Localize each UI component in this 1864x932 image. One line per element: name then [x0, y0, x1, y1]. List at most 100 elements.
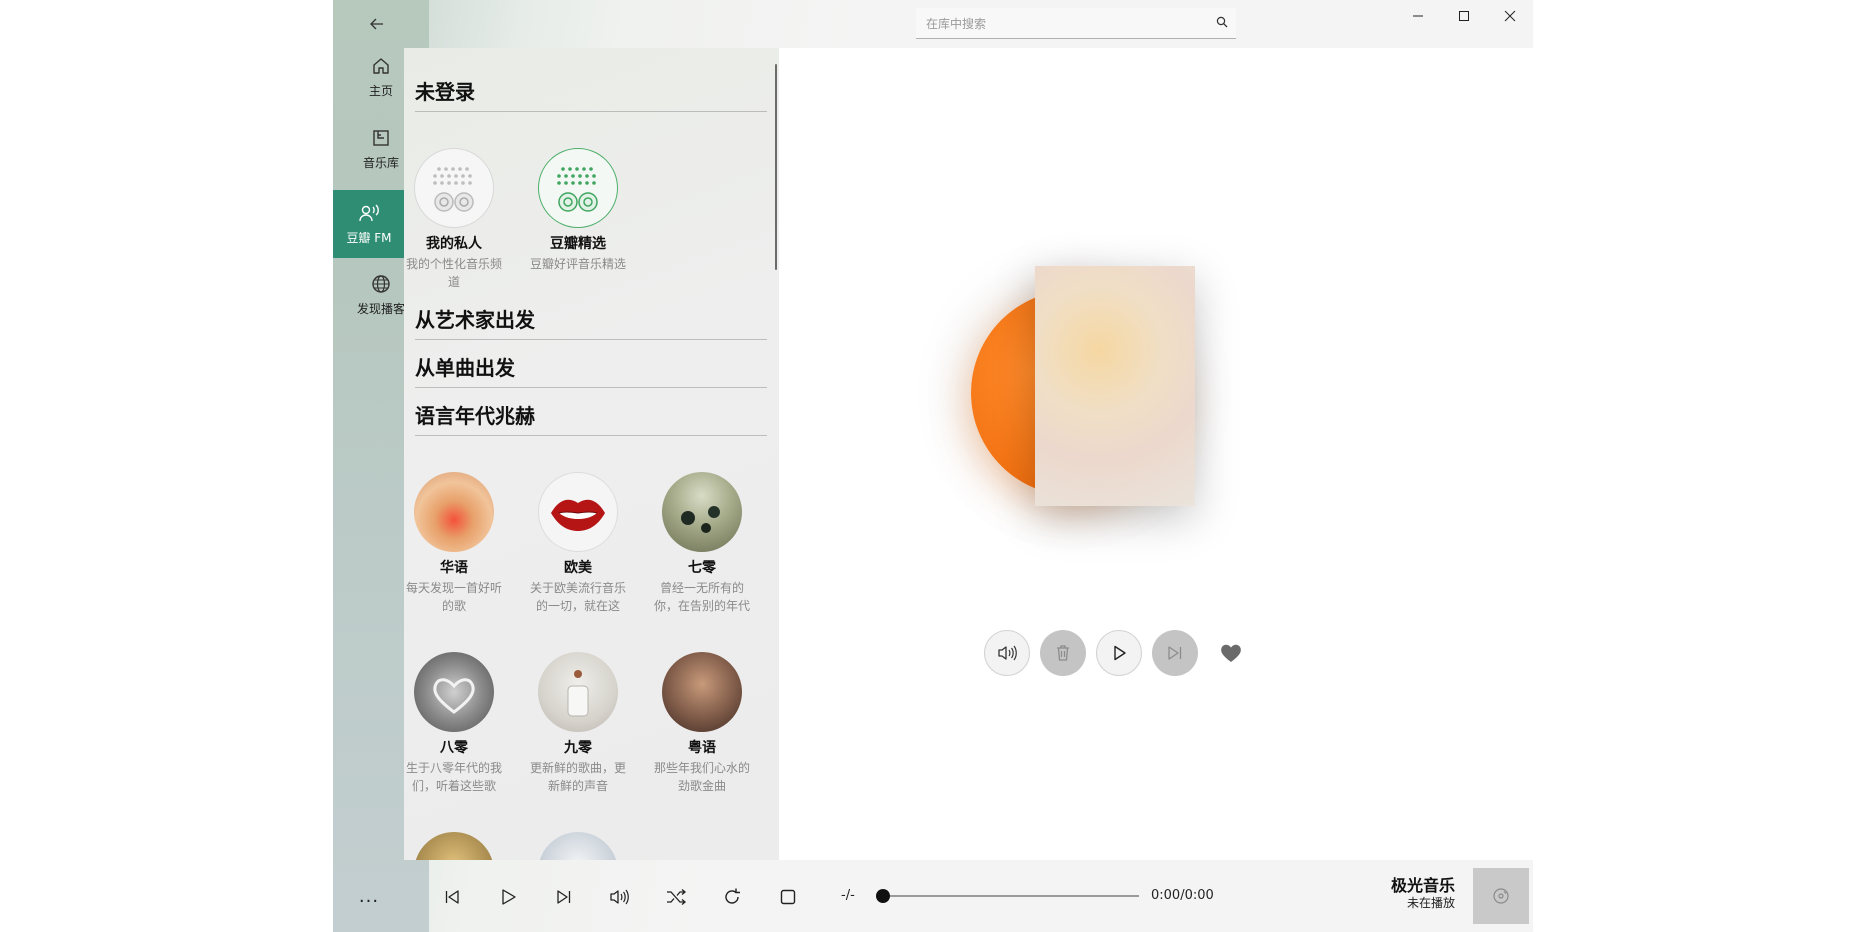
playback-bar: -/- 0:00/0:00 极光音乐 未在播放: [429, 860, 1533, 932]
skip-previous-icon: [445, 890, 459, 904]
fm-channel-panel[interactable]: 未登录 我的私人 我的个性化音乐频道 豆瓣精选 豆瓣好评音乐精选 从艺术家出发 …: [404, 48, 779, 860]
channel-name: 欧美: [564, 560, 592, 576]
bar-play-button[interactable]: [491, 880, 525, 914]
marbles-image: [681, 506, 720, 533]
channel-name: 粤语: [688, 740, 716, 756]
stop-button[interactable]: [771, 880, 805, 914]
remaining-time: -/-: [841, 888, 855, 903]
cassette-green-icon: [557, 167, 598, 212]
channel-cover-image: [414, 832, 494, 860]
album-cover: [1035, 266, 1195, 506]
channel-tile-western[interactable]: 欧美 关于欧美流行音乐的一切，就在这: [523, 472, 633, 615]
repeat-button[interactable]: [715, 880, 749, 914]
channel-tile-partial[interactable]: [404, 832, 509, 860]
personal-channel-icon: [414, 148, 494, 228]
heart-icon: [1221, 644, 1241, 662]
disc-icon: [1493, 888, 1509, 904]
scrollbar-thumb[interactable]: [775, 64, 777, 270]
skip-next-icon: [557, 890, 571, 904]
section-title-login: 未登录: [415, 76, 767, 112]
close-icon: [1504, 10, 1516, 22]
play-button[interactable]: [1096, 630, 1142, 676]
channel-tile-90s[interactable]: 九零 更新鲜的歌曲，更新鲜的声音: [523, 652, 633, 795]
trash-button[interactable]: [1040, 630, 1086, 676]
channel-name: 九零: [564, 740, 592, 756]
channel-desc: 那些年我们心水的劲歌金曲: [653, 761, 750, 793]
back-button[interactable]: [353, 8, 401, 40]
previous-button[interactable]: [435, 880, 469, 914]
back-arrow-icon: [370, 18, 383, 30]
section-title-language: 语言年代兆赫: [415, 400, 767, 436]
app-window: 主页 音乐库 豆瓣 FM 发现播客 ... 在库中搜索 未登录 我的私人 我的个…: [333, 0, 1533, 932]
maximize-button[interactable]: [1441, 0, 1487, 32]
nav-label: 音乐库: [362, 155, 399, 170]
douban-selection-icon: [538, 148, 618, 228]
skip-button[interactable]: [1152, 630, 1198, 676]
channel-desc: 更新鲜的歌曲，更新鲜的声音: [529, 761, 626, 793]
channel-cover-image: [538, 652, 618, 732]
nav-label: 发现播客: [356, 301, 405, 316]
minimize-button[interactable]: [1395, 0, 1441, 32]
library-icon: [373, 129, 389, 146]
repeat-icon: [725, 888, 740, 904]
cassette-icon: [433, 167, 474, 212]
channel-cover-image: [414, 652, 494, 732]
search-icon[interactable]: [1216, 16, 1228, 28]
channel-tile-douban-selection[interactable]: 豆瓣精选 豆瓣好评音乐精选: [523, 148, 633, 291]
trash-icon: [1057, 645, 1069, 661]
channel-cover-image: [662, 472, 742, 552]
section-title-artist[interactable]: 从艺术家出发: [415, 304, 767, 340]
channel-desc: 曾经一无所有的你，在告别的年代: [653, 581, 750, 613]
heart-hands-image: [433, 678, 475, 714]
maximize-icon: [1459, 11, 1469, 21]
stop-icon: [780, 889, 796, 905]
channel-name: 七零: [688, 560, 716, 576]
channel-cover-image: [538, 832, 618, 860]
channel-desc: 我的个性化音乐频道: [405, 257, 502, 289]
channel-cover-image: [538, 472, 618, 552]
nav-label: 豆瓣 FM: [346, 230, 392, 245]
shuffle-button[interactable]: [659, 880, 693, 914]
volume-button[interactable]: [984, 630, 1030, 676]
now-playing-status: 未在播放: [1406, 896, 1455, 910]
channel-cover-image: [662, 652, 742, 732]
lips-image: [551, 499, 605, 531]
channel-name: 豆瓣精选: [550, 236, 606, 252]
radio-icon: [359, 204, 379, 221]
globe-icon: [372, 274, 390, 293]
channel-tile-personal[interactable]: 我的私人 我的个性化音乐频道: [404, 148, 509, 291]
channel-desc: 每天发现一首好听的歌: [405, 581, 502, 613]
channel-desc: 生于八零年代的我们，听着这些歌: [405, 761, 502, 793]
progress-track[interactable]: [883, 895, 1139, 897]
next-button[interactable]: [547, 880, 581, 914]
shuffle-icon: [667, 889, 687, 905]
more-button[interactable]: ...: [353, 880, 385, 912]
volume-icon: [610, 889, 629, 905]
section-title-single[interactable]: 从单曲出发: [415, 352, 767, 388]
now-playing-area: [779, 48, 1533, 860]
now-playing-title: 极光音乐: [1390, 876, 1455, 895]
channel-tile-partial[interactable]: [523, 832, 633, 860]
channel-tile-cantonese[interactable]: 粤语 那些年我们心水的劲歌金曲: [647, 652, 757, 795]
channel-tile-70s[interactable]: 七零 曾经一无所有的你，在告别的年代: [647, 472, 757, 615]
jar-image: [567, 670, 589, 717]
channel-cover-image: [414, 472, 494, 552]
title-bar: [429, 0, 1533, 48]
channel-name: 我的私人: [426, 236, 482, 252]
channel-tile-mandarin[interactable]: 华语 每天发现一首好听的歌: [404, 472, 509, 615]
bar-volume-button[interactable]: [603, 880, 637, 914]
progress-knob[interactable]: [876, 889, 890, 903]
channel-tile-80s[interactable]: 八零 生于八零年代的我们，听着这些歌: [404, 652, 509, 795]
search-input[interactable]: [924, 12, 1208, 36]
nav-item-douban-fm[interactable]: 豆瓣 FM: [333, 190, 405, 258]
like-button[interactable]: [1208, 630, 1254, 676]
close-button[interactable]: [1487, 0, 1533, 32]
channel-desc: 豆瓣好评音乐精选: [529, 257, 626, 271]
home-icon: [373, 57, 389, 74]
now-playing-thumbnail[interactable]: [1473, 868, 1529, 924]
search-box: [916, 8, 1236, 39]
channel-desc: 关于欧美流行音乐的一切，就在这: [529, 581, 626, 613]
channel-name: 华语: [440, 560, 468, 576]
main-content: 未登录 我的私人 我的个性化音乐频道 豆瓣精选 豆瓣好评音乐精选 从艺术家出发 …: [404, 48, 1533, 860]
minimize-icon: [1413, 15, 1423, 17]
